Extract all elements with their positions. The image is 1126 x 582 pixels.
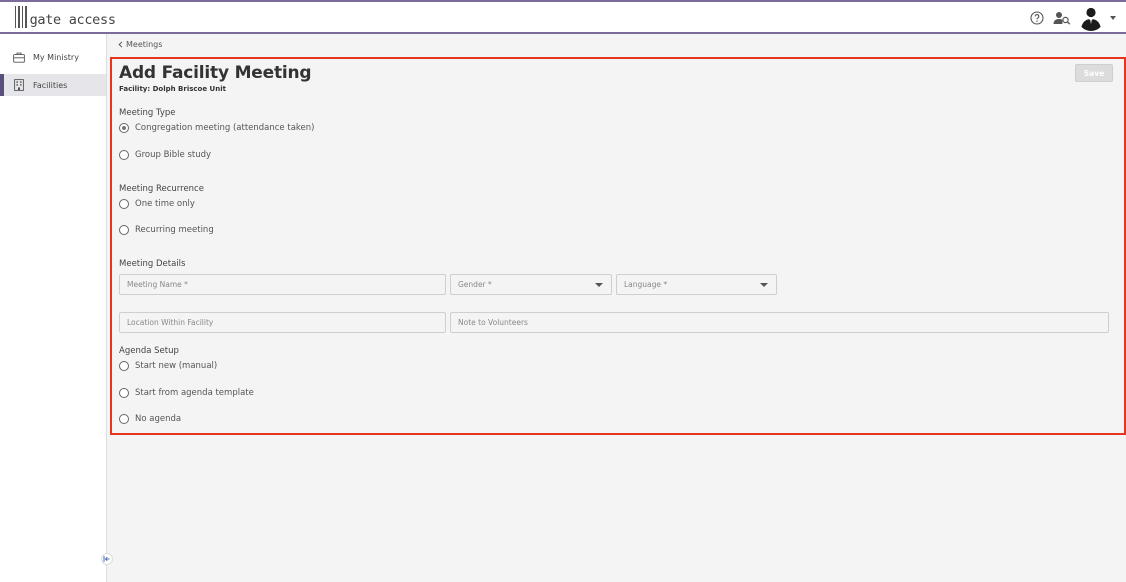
radio-group-bible-study[interactable]: Group Bible study: [119, 150, 211, 160]
radio-button[interactable]: [119, 150, 129, 160]
dropdown-caret-icon: [760, 283, 768, 287]
radio-no-agenda[interactable]: No agenda: [119, 414, 181, 424]
briefcase-icon: [13, 51, 25, 63]
gender-placeholder: Gender *: [458, 280, 492, 289]
meeting-recurrence-label: Meeting Recurrence: [119, 184, 204, 194]
radio-label: Start new (manual): [135, 361, 218, 371]
language-placeholder: Language *: [624, 280, 668, 289]
sidebar-item-label: Facilities: [33, 80, 68, 90]
radio-start-new-manual[interactable]: Start new (manual): [119, 361, 217, 371]
page-title: Add Facility Meeting: [119, 63, 312, 83]
radio-one-time-only[interactable]: One time only: [119, 199, 195, 209]
language-select[interactable]: Language *: [616, 274, 777, 295]
sidebar-item-my-ministry[interactable]: My Ministry: [4, 46, 106, 68]
collapse-arrow-icon: [103, 556, 110, 562]
radio-label: Congregation meeting (attendance taken): [135, 123, 315, 133]
sidebar: [0, 34, 107, 582]
help-icon[interactable]: [1028, 9, 1046, 27]
agenda-setup-label: Agenda Setup: [119, 346, 179, 356]
gender-select[interactable]: Gender *: [450, 274, 612, 295]
radio-label: Group Bible study: [135, 150, 212, 160]
sidebar-item-facilities[interactable]: Facilities: [0, 74, 106, 96]
radio-button[interactable]: [119, 225, 129, 235]
breadcrumb-link-meetings[interactable]: Meetings: [126, 40, 162, 49]
save-button[interactable]: Save: [1075, 64, 1113, 82]
add-meeting-form-panel: [110, 57, 1126, 435]
facility-subtitle: Facility: Dolph Briscoe Unit: [119, 85, 226, 93]
avatar[interactable]: [1078, 5, 1104, 31]
radio-label: Recurring meeting: [135, 225, 214, 235]
logo-text: gate access: [29, 12, 116, 28]
dropdown-caret-icon: [595, 283, 603, 287]
chevron-down-icon[interactable]: [1110, 16, 1116, 20]
radio-label: Start from agenda template: [135, 388, 254, 398]
radio-recurring-meeting[interactable]: Recurring meeting: [119, 225, 214, 235]
radio-start-from-template[interactable]: Start from agenda template: [119, 388, 254, 398]
note-to-volunteers-input[interactable]: Note to Volunteers: [450, 312, 1109, 333]
meeting-details-label: Meeting Details: [119, 259, 186, 269]
radio-button[interactable]: [119, 123, 129, 133]
note-placeholder: Note to Volunteers: [458, 318, 528, 327]
radio-button[interactable]: [119, 361, 129, 371]
header-actions: [1028, 4, 1116, 32]
location-placeholder: Location Within Facility: [127, 318, 214, 327]
collapse-sidebar-button[interactable]: [101, 553, 113, 565]
meeting-name-input[interactable]: Meeting Name *: [119, 274, 446, 295]
radio-button[interactable]: [119, 199, 129, 209]
radio-button[interactable]: [119, 388, 129, 398]
meeting-type-label: Meeting Type: [119, 108, 176, 118]
sidebar-item-label: My Ministry: [33, 52, 79, 62]
breadcrumb[interactable]: Meetings: [118, 40, 162, 49]
top-bar: gate access: [0, 0, 1126, 34]
radio-congregation-meeting[interactable]: Congregation meeting (attendance taken): [119, 123, 314, 133]
building-icon: [13, 79, 25, 91]
user-search-icon[interactable]: [1052, 9, 1072, 27]
gate-access-logo[interactable]: gate access: [15, 6, 116, 28]
radio-label: One time only: [135, 199, 195, 209]
meeting-name-placeholder: Meeting Name *: [127, 280, 188, 289]
radio-button[interactable]: [119, 414, 129, 424]
radio-label: No agenda: [135, 414, 182, 424]
location-within-facility-input[interactable]: Location Within Facility: [119, 312, 446, 333]
chevron-left-icon: [118, 41, 123, 48]
logo-bars-icon: [15, 6, 27, 28]
